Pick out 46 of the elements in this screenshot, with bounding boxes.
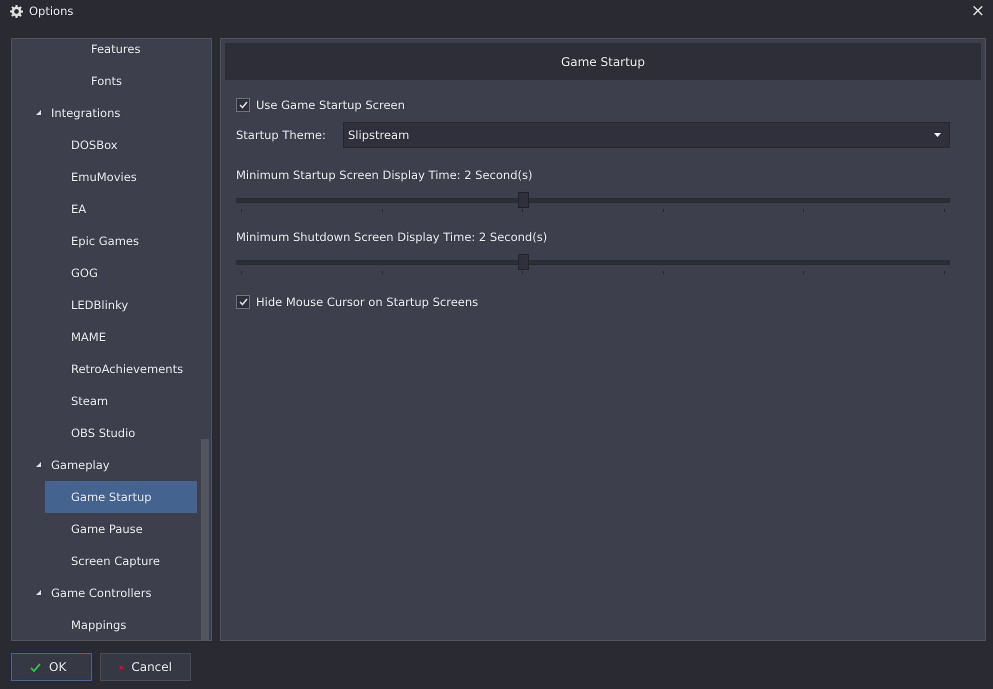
tree-item[interactable]: RetroAchievements — [45, 353, 197, 385]
scrollbar-thumb[interactable] — [201, 439, 209, 640]
tree-item[interactable]: Integrations — [25, 97, 197, 129]
ok-button[interactable]: OK — [11, 653, 92, 681]
close-button[interactable]: × — [962, 0, 993, 22]
tree-item[interactable]: LEDBlinky — [45, 289, 197, 321]
expanded-arrow-icon[interactable] — [36, 590, 41, 595]
tree-item[interactable]: Screen Capture — [45, 545, 197, 577]
tree-item[interactable]: EmuMovies — [45, 161, 197, 193]
panel-header: Game Startup — [225, 43, 981, 80]
checkbox[interactable] — [236, 98, 250, 112]
tree-item[interactable]: OBS Studio — [45, 417, 197, 449]
tree-item[interactable]: Gameplay — [25, 449, 197, 481]
theme-dropdown[interactable]: Slipstream — [343, 122, 950, 148]
cross-icon — [119, 662, 124, 672]
check-icon — [30, 662, 41, 672]
tree-item[interactable]: Features — [65, 39, 197, 65]
tree-item[interactable]: EA — [45, 193, 197, 225]
tree-item[interactable]: Mappings — [45, 609, 197, 640]
field-label: Startup Theme: — [236, 128, 327, 142]
slider[interactable] — [236, 191, 950, 209]
tree-item[interactable]: Game Controllers — [25, 577, 197, 609]
tree-item[interactable]: Game Pause — [45, 513, 197, 545]
slider-thumb[interactable] — [518, 254, 529, 270]
settings-icon — [10, 4, 23, 18]
caret-icon — [934, 133, 941, 137]
checkbox-label[interactable]: Hide Mouse Cursor on Startup Screens — [256, 295, 478, 309]
expanded-arrow-icon[interactable] — [36, 462, 41, 467]
slider-label: Minimum Shutdown Screen Display Time: 2 Second(s) — [236, 230, 548, 244]
tree-item[interactable]: Steam — [45, 385, 197, 417]
expanded-arrow-icon[interactable] — [36, 110, 41, 115]
slider[interactable] — [236, 253, 950, 271]
tree-item[interactable]: Game Startup — [45, 481, 197, 513]
window-title: Options — [29, 4, 74, 18]
checkbox-label[interactable]: Use Game Startup Screen — [256, 98, 405, 112]
tree-item[interactable]: GOG — [45, 257, 197, 289]
tree-item[interactable]: Fonts — [65, 65, 197, 97]
tree-item[interactable]: DOSBox — [45, 129, 197, 161]
checkbox[interactable] — [236, 295, 250, 309]
tree-item[interactable]: MAME — [45, 321, 197, 353]
check-icon — [238, 298, 248, 306]
slider-thumb[interactable] — [518, 192, 529, 208]
slider-label: Minimum Startup Screen Display Time: 2 Second(s) — [236, 168, 532, 182]
cancel-button[interactable]: Cancel — [100, 653, 191, 681]
tree-item[interactable]: Epic Games — [45, 225, 197, 257]
check-icon — [238, 101, 248, 109]
